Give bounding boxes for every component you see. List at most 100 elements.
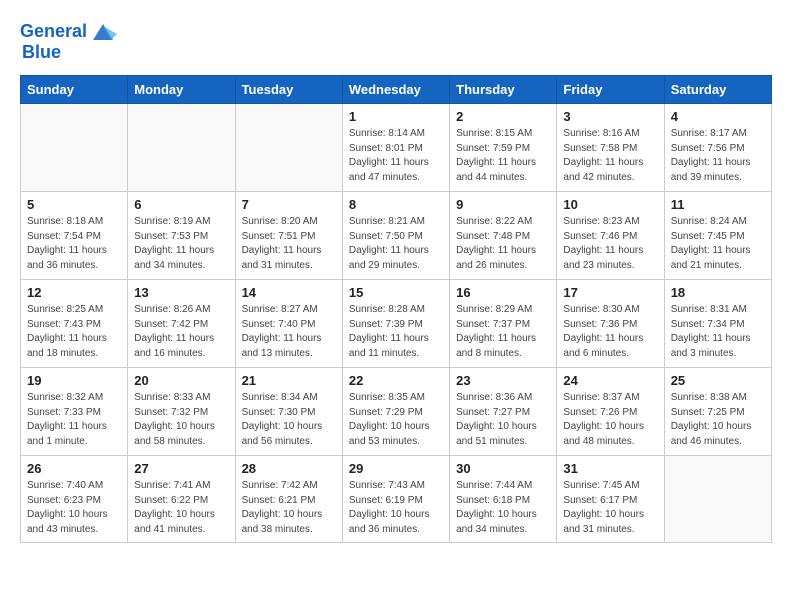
calendar-cell: 6Sunrise: 8:19 AM Sunset: 7:53 PM Daylig… (128, 192, 235, 280)
calendar-week-row: 12 Sunrise: 8:25 AM Sunset: 7:43 PM Dayli… (21, 280, 772, 368)
page: General Blue SundayMondayTuesdayWednesda… (0, 0, 792, 612)
day-info: Sunrise: 8:16 AM Sunset: 7:58 PM Dayligh… (563, 127, 657, 185)
calendar-cell: 13Sunrise: 8:26 AM Sunset: 7:42 PM Dayli… (128, 280, 235, 368)
day-number: 3 (563, 109, 657, 124)
day-of-week-header: Saturday (664, 76, 771, 104)
calendar-cell (21, 104, 128, 192)
day-number: 25 (671, 373, 765, 388)
calendar-body: 1Sunrise: 8:14 AM Sunset: 8:01 PM Daylig… (21, 104, 772, 543)
calendar-cell: 8 Sunrise: 8:21 AM Sunset: 7:50 PM Daylig… (342, 192, 449, 280)
calendar-cell: 28Sunrise: 7:42 AM Sunset: 6:21 PM Dayli… (235, 456, 342, 543)
calendar-cell: 19 Sunrise: 8:32 AM Sunset: 7:33 PM Dayli… (21, 368, 128, 456)
day-info: Sunrise: 8:15 AM Sunset: 7:59 PM Dayligh… (456, 127, 550, 185)
day-number: 24 (563, 373, 657, 388)
day-info: Sunrise: 7:43 AM Sunset: 6:19 PM Dayligh… (349, 479, 443, 537)
day-info: Sunrise: 8:31 AM Sunset: 7:34 PM Dayligh… (671, 303, 765, 361)
calendar-cell: 31Sunrise: 7:45 AM Sunset: 6:17 PM Dayli… (557, 456, 664, 543)
calendar-cell: 11Sunrise: 8:24 AM Sunset: 7:45 PM Dayli… (664, 192, 771, 280)
day-of-week-header: Monday (128, 76, 235, 104)
day-number: 28 (242, 461, 336, 476)
day-info: Sunrise: 8:36 AM Sunset: 7:27 PM Dayligh… (456, 391, 550, 449)
day-info: Sunrise: 7:45 AM Sunset: 6:17 PM Dayligh… (563, 479, 657, 537)
header: General Blue (20, 18, 772, 63)
day-number: 10 (563, 197, 657, 212)
day-info: Sunrise: 8:24 AM Sunset: 7:45 PM Dayligh… (671, 215, 765, 273)
day-info: Sunrise: 8:32 AM Sunset: 7:33 PM Dayligh… (27, 391, 121, 449)
day-info: Sunrise: 8:28 AM Sunset: 7:39 PM Dayligh… (349, 303, 443, 361)
day-info: Sunrise: 8:21 AM Sunset: 7:50 PM Dayligh… (349, 215, 443, 273)
day-number: 27 (134, 461, 228, 476)
day-info: Sunrise: 8:30 AM Sunset: 7:36 PM Dayligh… (563, 303, 657, 361)
calendar-cell: 30 Sunrise: 7:44 AM Sunset: 6:18 PM Dayli… (450, 456, 557, 543)
day-info: Sunrise: 8:20 AM Sunset: 7:51 PM Dayligh… (242, 215, 336, 273)
day-info: Sunrise: 8:14 AM Sunset: 8:01 PM Dayligh… (349, 127, 443, 185)
calendar-cell: 1Sunrise: 8:14 AM Sunset: 8:01 PM Daylig… (342, 104, 449, 192)
calendar-cell: 3 Sunrise: 8:16 AM Sunset: 7:58 PM Daylig… (557, 104, 664, 192)
days-of-week-row: SundayMondayTuesdayWednesdayThursdayFrid… (21, 76, 772, 104)
day-number: 18 (671, 285, 765, 300)
calendar-cell: 25 Sunrise: 8:38 AM Sunset: 7:25 PM Dayli… (664, 368, 771, 456)
day-info: Sunrise: 8:17 AM Sunset: 7:56 PM Dayligh… (671, 127, 765, 185)
day-info: Sunrise: 8:22 AM Sunset: 7:48 PM Dayligh… (456, 215, 550, 273)
logo-general: General (20, 22, 87, 42)
logo-icon (89, 18, 117, 46)
day-info: Sunrise: 8:27 AM Sunset: 7:40 PM Dayligh… (242, 303, 336, 361)
day-of-week-header: Friday (557, 76, 664, 104)
day-number: 21 (242, 373, 336, 388)
day-info: Sunrise: 8:18 AM Sunset: 7:54 PM Dayligh… (27, 215, 121, 273)
day-number: 17 (563, 285, 657, 300)
calendar-cell: 15 Sunrise: 8:28 AM Sunset: 7:39 PM Dayli… (342, 280, 449, 368)
day-info: Sunrise: 8:38 AM Sunset: 7:25 PM Dayligh… (671, 391, 765, 449)
day-info: Sunrise: 8:23 AM Sunset: 7:46 PM Dayligh… (563, 215, 657, 273)
calendar-cell (235, 104, 342, 192)
calendar-cell: 20Sunrise: 8:33 AM Sunset: 7:32 PM Dayli… (128, 368, 235, 456)
calendar-cell: 2Sunrise: 8:15 AM Sunset: 7:59 PM Daylig… (450, 104, 557, 192)
calendar-cell: 18 Sunrise: 8:31 AM Sunset: 7:34 PM Dayli… (664, 280, 771, 368)
day-number: 7 (242, 197, 336, 212)
day-number: 12 (27, 285, 121, 300)
calendar-cell: 16Sunrise: 8:29 AM Sunset: 7:37 PM Dayli… (450, 280, 557, 368)
calendar-cell: 24Sunrise: 8:37 AM Sunset: 7:26 PM Dayli… (557, 368, 664, 456)
day-number: 15 (349, 285, 443, 300)
calendar-cell: 21 Sunrise: 8:34 AM Sunset: 7:30 PM Dayli… (235, 368, 342, 456)
day-number: 30 (456, 461, 550, 476)
day-of-week-header: Wednesday (342, 76, 449, 104)
calendar: SundayMondayTuesdayWednesdayThursdayFrid… (20, 75, 772, 543)
day-info: Sunrise: 7:41 AM Sunset: 6:22 PM Dayligh… (134, 479, 228, 537)
calendar-week-row: 19 Sunrise: 8:32 AM Sunset: 7:33 PM Dayli… (21, 368, 772, 456)
day-number: 16 (456, 285, 550, 300)
calendar-cell: 27 Sunrise: 7:41 AM Sunset: 6:22 PM Dayli… (128, 456, 235, 543)
calendar-cell: 9 Sunrise: 8:22 AM Sunset: 7:48 PM Daylig… (450, 192, 557, 280)
calendar-cell: 22Sunrise: 8:35 AM Sunset: 7:29 PM Dayli… (342, 368, 449, 456)
day-number: 4 (671, 109, 765, 124)
day-info: Sunrise: 8:35 AM Sunset: 7:29 PM Dayligh… (349, 391, 443, 449)
day-info: Sunrise: 7:44 AM Sunset: 6:18 PM Dayligh… (456, 479, 550, 537)
calendar-cell: 7 Sunrise: 8:20 AM Sunset: 7:51 PM Daylig… (235, 192, 342, 280)
calendar-cell: 23 Sunrise: 8:36 AM Sunset: 7:27 PM Dayli… (450, 368, 557, 456)
calendar-cell: 10 Sunrise: 8:23 AM Sunset: 7:46 PM Dayli… (557, 192, 664, 280)
day-number: 9 (456, 197, 550, 212)
day-number: 23 (456, 373, 550, 388)
calendar-cell (664, 456, 771, 543)
day-info: Sunrise: 7:40 AM Sunset: 6:23 PM Dayligh… (27, 479, 121, 537)
day-number: 5 (27, 197, 121, 212)
day-number: 8 (349, 197, 443, 212)
day-number: 26 (27, 461, 121, 476)
day-number: 6 (134, 197, 228, 212)
logo: General Blue (20, 18, 117, 63)
day-number: 13 (134, 285, 228, 300)
calendar-week-row: 5 Sunrise: 8:18 AM Sunset: 7:54 PM Daylig… (21, 192, 772, 280)
day-of-week-header: Sunday (21, 76, 128, 104)
calendar-cell: 29Sunrise: 7:43 AM Sunset: 6:19 PM Dayli… (342, 456, 449, 543)
day-number: 19 (27, 373, 121, 388)
calendar-cell: 14Sunrise: 8:27 AM Sunset: 7:40 PM Dayli… (235, 280, 342, 368)
day-of-week-header: Tuesday (235, 76, 342, 104)
calendar-cell: 12 Sunrise: 8:25 AM Sunset: 7:43 PM Dayli… (21, 280, 128, 368)
calendar-cell: 5 Sunrise: 8:18 AM Sunset: 7:54 PM Daylig… (21, 192, 128, 280)
calendar-cell: 17 Sunrise: 8:30 AM Sunset: 7:36 PM Dayli… (557, 280, 664, 368)
day-info: Sunrise: 8:25 AM Sunset: 7:43 PM Dayligh… (27, 303, 121, 361)
day-info: Sunrise: 8:34 AM Sunset: 7:30 PM Dayligh… (242, 391, 336, 449)
calendar-cell (128, 104, 235, 192)
calendar-week-row: 1Sunrise: 8:14 AM Sunset: 8:01 PM Daylig… (21, 104, 772, 192)
day-number: 20 (134, 373, 228, 388)
